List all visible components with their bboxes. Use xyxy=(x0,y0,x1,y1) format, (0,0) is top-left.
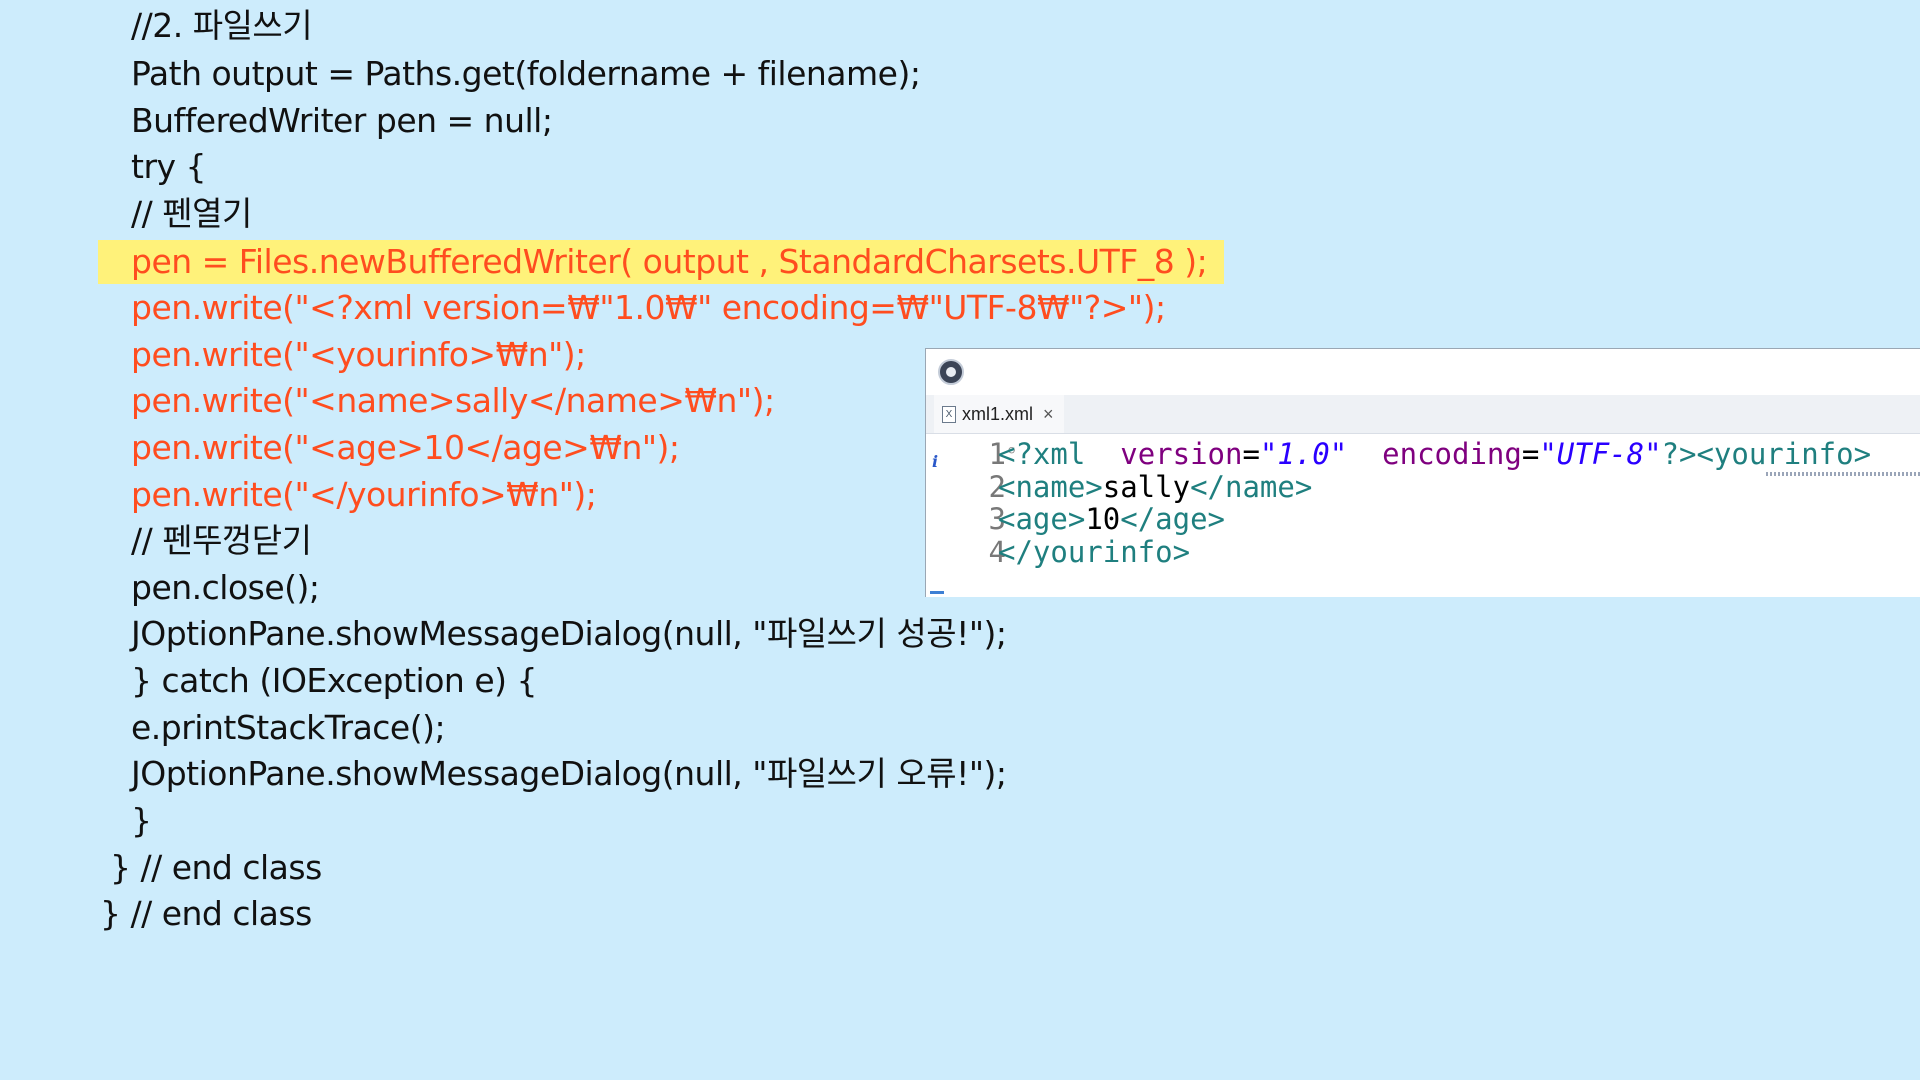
xml-token-tag: <?xml xyxy=(998,437,1086,471)
code-line-write-root-close: pen.write("</yourinfo>₩n"); xyxy=(131,475,597,514)
code-line-write-name: pen.write("<name>sally</name>₩n"); xyxy=(131,381,775,420)
code-line-stacktrace: e.printStackTrace(); xyxy=(131,708,446,747)
code-line-write-age: pen.write("<age>10</age>₩n"); xyxy=(131,428,680,467)
xml-token-attr: encoding xyxy=(1382,437,1522,471)
close-icon[interactable]: × xyxy=(1043,404,1054,425)
code-line-success-dialog: JOptionPane.showMessageDialog(null, "파일쓰… xyxy=(131,614,1007,653)
code-line-end-class-2: } // end class xyxy=(100,894,312,933)
line-source: </yourinfo> xyxy=(998,532,1190,572)
code-line-comment-open: // 펜열기 xyxy=(131,194,252,233)
xml-file-icon: X xyxy=(942,405,956,423)
xml-editor-window: X xml1.xml × i 1 ⊖ <?xml version="1.0" enc… xyxy=(925,348,1920,597)
xml-token-txt: = xyxy=(1521,437,1540,471)
xml-token-txt xyxy=(1085,437,1120,471)
code-line-end-class-1: } // end class xyxy=(110,848,322,887)
xml-token-tag: ?><yourinfo> xyxy=(1661,437,1872,471)
xml-token-tag: </yourinfo> xyxy=(998,535,1191,569)
code-line-write-root-open: pen.write("<yourinfo>₩n"); xyxy=(131,335,586,374)
code-line-try: try { xyxy=(131,147,207,186)
code-line-catch: } catch (IOException e) { xyxy=(131,661,537,700)
xml-token-tag: </age> xyxy=(1120,502,1225,536)
info-marker-icon: i xyxy=(932,452,939,471)
editor-tabstrip: X xml1.xml × xyxy=(926,395,1920,434)
code-line-comment-write: //2. 파일쓰기 xyxy=(131,6,313,45)
gutter-position-bar xyxy=(930,591,944,594)
code-line-comment-close: // 펜뚜껑닫기 xyxy=(131,521,312,560)
code-line-close: pen.close(); xyxy=(131,568,320,607)
xml-token-txt: 10 xyxy=(1085,502,1121,536)
xml-token-txt xyxy=(1347,437,1382,471)
xml-token-attr: version xyxy=(1120,437,1243,471)
code-line-close-brace: } xyxy=(131,801,152,840)
xml-token-tag: <age> xyxy=(998,502,1086,536)
eclipse-icon[interactable] xyxy=(938,359,964,385)
code-line-path: Path output = Paths.get(foldername + fil… xyxy=(131,54,921,93)
tab-label: xml1.xml xyxy=(962,403,1033,424)
code-line-write-header: pen.write("<?xml version=₩"1.0₩" encodin… xyxy=(131,288,1166,327)
xml-token-txt: = xyxy=(1242,437,1260,471)
xml-token-val: "1.0" xyxy=(1259,437,1348,471)
tab-xml1[interactable]: X xml1.xml × xyxy=(934,395,1064,433)
xml-token-val: "UTF-8" xyxy=(1539,437,1662,471)
code-line-writer-decl: BufferedWriter pen = null; xyxy=(131,101,553,140)
editor-text-area[interactable]: i 1 ⊖ <?xml version="1.0" encoding="UTF-8"… xyxy=(926,434,1920,597)
spell-warning-underline xyxy=(1766,472,1920,476)
editor-titlebar xyxy=(926,349,1920,395)
code-line-open-writer: pen = Files.newBufferedWriter( output , … xyxy=(131,242,1208,281)
code-line-error-dialog: JOptionPane.showMessageDialog(null, "파일쓰… xyxy=(131,754,1007,793)
